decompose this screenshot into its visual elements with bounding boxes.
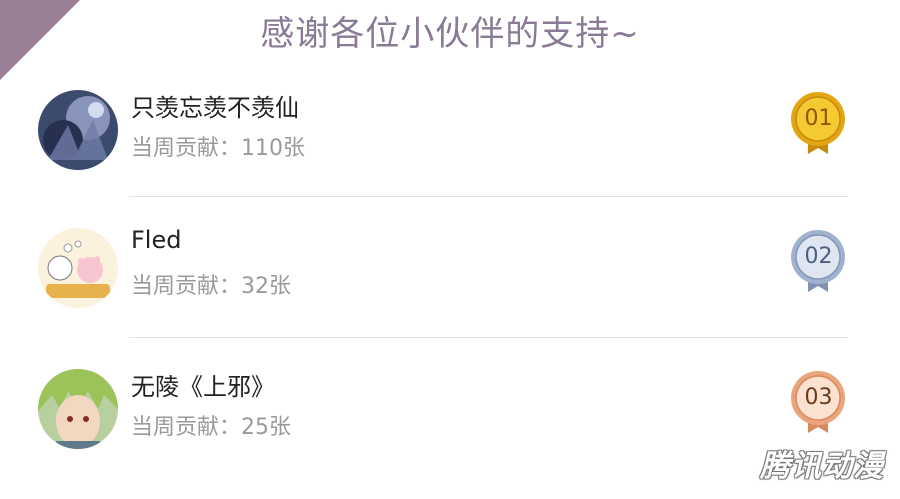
avatar[interactable] [38, 369, 118, 449]
avatar[interactable] [38, 228, 118, 308]
rank-medal-bronze-icon: 03 [790, 369, 850, 433]
watermark-logo: 腾讯动漫 [760, 449, 884, 484]
list-item[interactable]: 只羡忘羡不羡仙 当周贡献：110张 01 [0, 64, 900, 204]
divider [129, 196, 848, 197]
divider [129, 337, 848, 338]
rank-medal-gold-icon: 01 [790, 90, 850, 154]
rank-medal-silver-icon: 02 [790, 228, 850, 292]
user-name: 无陵《上邪》 [131, 373, 275, 401]
page-title: 感谢各位小伙伴的支持~ [260, 14, 640, 54]
user-name: Fled [131, 226, 182, 254]
list-item[interactable]: Fled 当周贡献：32张 02 [0, 202, 900, 342]
rank-number: 03 [804, 385, 833, 410]
rank-number: 01 [804, 106, 833, 131]
rank-number: 02 [804, 244, 833, 269]
contribution-count: 当周贡献：110张 [131, 136, 305, 161]
avatar[interactable] [38, 90, 118, 170]
user-name: 只羡忘羡不羡仙 [131, 94, 299, 122]
contribution-count: 当周贡献：32张 [131, 274, 291, 299]
contribution-count: 当周贡献：25张 [131, 415, 291, 440]
